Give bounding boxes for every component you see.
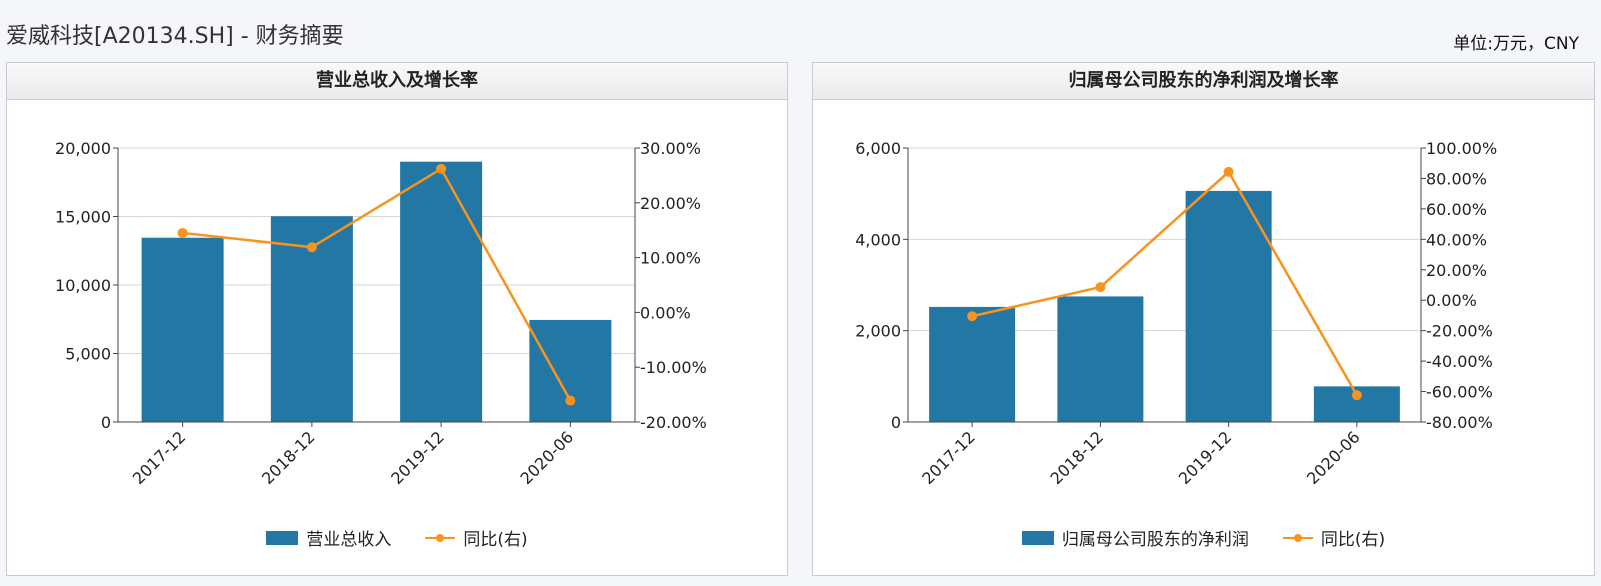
left-tick-label: 10,000 [55,276,111,295]
legend-net-profit: 归属母公司股东的净利润 同比(右) [813,525,1594,550]
right-tick-label: 100.00% [1426,139,1497,158]
chart-title-revenue: 营业总收入及增长率 [7,63,787,100]
right-tick-label: 20.00% [640,194,701,213]
left-tick-label: 4,000 [855,230,901,249]
right-tick-label: 40.00% [1426,230,1487,249]
yoy-line [971,169,1358,396]
right-tick-label: 80.00% [1426,169,1487,188]
bar [1057,296,1144,422]
legend-label-net-profit: 归属母公司股东的净利润 [1061,530,1249,550]
right-tick-label: -80.00% [1426,413,1493,432]
legend-item-revenue[interactable]: 营业总收入 [266,525,391,550]
bar [929,306,1016,422]
chart-panel-net-profit: 归属母公司股东的净利润及增长率 0 2,000 4,000 6,000 -80.00% -… [812,62,1595,576]
x-tick-label: 2017-12 [129,427,190,488]
left-tick-label: 0 [101,413,111,432]
bar [400,161,483,422]
unit-label: 单位:万元，CNY [1453,34,1579,54]
right-tick-label: 30.00% [640,139,701,158]
bar [141,237,224,422]
legend-item-yoy[interactable]: 同比(右) [425,525,528,550]
yoy-point [306,242,317,253]
right-tick-label: 10.00% [640,249,701,268]
legend-item-net-profit[interactable]: 归属母公司股东的净利润 [1021,525,1249,550]
legend-label-revenue: 营业总收入 [306,530,392,550]
x-tick-label: 2019-12 [387,427,448,488]
x-tick-label: 2017-12 [918,427,979,488]
right-tick-label: 0.00% [640,303,691,322]
right-tick-label: -20.00% [1426,322,1493,341]
x-tick-label: 2018-12 [258,427,319,488]
legend-bar-swatch [266,530,299,545]
x-tick-label: 2020-06 [516,427,577,488]
left-tick-label: 20,000 [55,139,111,158]
revenue-chart: 0 5,000 10,000 15,000 20,000 -20.00% -10.00% 0.… [55,139,707,488]
legend-revenue: 营业总收入 同比(右) [7,525,787,550]
legend-line-swatch [1282,531,1313,545]
left-tick-label: 15,000 [55,208,111,227]
right-tick-label: 60.00% [1426,200,1487,219]
chart-title-net-profit: 归属母公司股东的净利润及增长率 [813,63,1594,100]
right-tick-label: 20.00% [1426,261,1487,280]
x-tick-label: 2020-06 [1303,427,1364,488]
left-tick-label: 6,000 [855,139,901,158]
legend-item-yoy[interactable]: 同比(右) [1282,525,1386,550]
yoy-point [1095,282,1106,293]
x-tick-label: 2018-12 [1046,427,1107,488]
legend-line-swatch [425,531,456,545]
left-tick-label: 5,000 [65,345,111,364]
yoy-point [1223,166,1234,177]
right-tick-label: -60.00% [1426,383,1493,402]
left-tick-label: 0 [891,413,901,432]
yoy-point [436,163,447,174]
x-tick-label: 2019-12 [1175,427,1236,488]
yoy-point [967,311,978,322]
legend-label-yoy: 同比(右) [1320,530,1386,550]
right-tick-label: -40.00% [1426,352,1493,371]
legend-bar-swatch [1021,530,1054,545]
right-tick-label: -20.00% [640,413,707,432]
legend-label-yoy: 同比(右) [463,530,528,550]
right-tick-label: -10.00% [640,358,707,377]
yoy-point [565,395,576,406]
chart-panel-revenue: 营业总收入及增长率 0 5,000 10,000 15,000 20,000 -20.00… [6,62,788,576]
yoy-point [1351,390,1362,401]
net-profit-chart: 0 2,000 4,000 6,000 -80.00% -60.00% -40.00% -20… [855,139,1497,488]
right-tick-label: 0.00% [1426,291,1477,310]
bar [529,319,612,422]
page-title: 爱威科技[A20134.SH] - 财务摘要 [6,24,344,49]
yoy-point [177,227,188,238]
left-tick-label: 2,000 [855,322,901,341]
